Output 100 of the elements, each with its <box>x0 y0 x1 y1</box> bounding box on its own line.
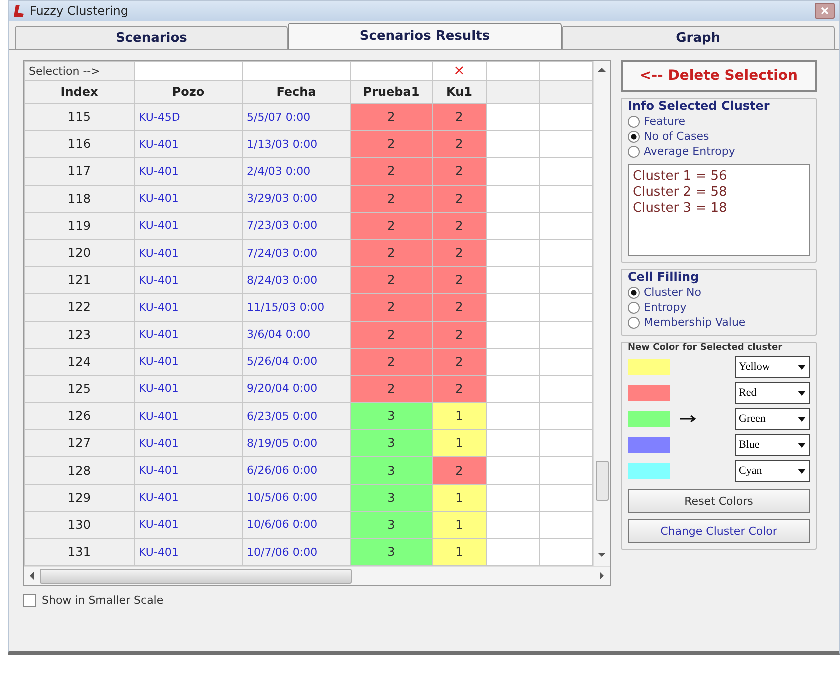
cluster-cell: 1 <box>432 538 486 566</box>
table-cell: KU-401 <box>134 484 242 512</box>
delete-selection-button[interactable]: <-- Delete Selection <box>621 60 817 92</box>
scroll-left-icon[interactable] <box>28 572 36 580</box>
result-line: Cluster 1 = 56 <box>633 169 728 184</box>
cluster-cell: 2 <box>350 375 432 403</box>
reset-colors-button[interactable]: Reset Colors <box>628 489 810 513</box>
scroll-down-icon[interactable] <box>598 552 606 558</box>
table-cell: KU-401 <box>134 158 242 186</box>
row-index: 128 <box>24 456 134 484</box>
table-cell: 6/23/05 0:00 <box>242 402 350 430</box>
radio-label[interactable]: Membership Value <box>644 316 746 329</box>
table-cell: 7/24/03 0:00 <box>242 239 350 267</box>
color-dropdown[interactable]: Blue <box>735 434 810 456</box>
cluster-cell: 1 <box>432 402 486 430</box>
cluster-cell: 1 <box>432 430 486 457</box>
table-cell: 2/4/03 0:00 <box>242 158 350 186</box>
row-index: 117 <box>24 158 134 186</box>
cluster-cell: 2 <box>350 348 432 376</box>
tab[interactable]: Scenarios Results <box>288 23 562 49</box>
column-header[interactable]: Pozo <box>134 80 242 104</box>
scroll-thumb[interactable] <box>596 461 609 501</box>
cluster-cell: 3 <box>350 456 432 484</box>
cluster-cell: 2 <box>350 266 432 294</box>
window-title: Fuzzy Clustering <box>30 4 129 18</box>
cluster-cell: 2 <box>432 158 486 186</box>
column-header[interactable]: Ku1 <box>432 80 486 104</box>
radio-button[interactable] <box>628 116 640 128</box>
change-color-button[interactable]: Change Cluster Color <box>628 519 810 543</box>
table-cell: KU-401 <box>134 239 242 267</box>
cluster-cell: 2 <box>432 456 486 484</box>
row-index: 127 <box>24 430 134 457</box>
radio-button[interactable] <box>628 130 640 142</box>
cluster-cell: 3 <box>350 402 432 430</box>
table-cell: 9/20/04 0:00 <box>242 375 350 403</box>
radio-label[interactable]: No of Cases <box>644 130 710 143</box>
scroll-right-icon[interactable] <box>598 572 606 580</box>
tab[interactable]: Scenarios <box>15 26 288 49</box>
color-dropdown[interactable]: Red <box>735 382 810 404</box>
table-cell: KU-401 <box>134 348 242 376</box>
cluster-cell: 3 <box>350 538 432 566</box>
row-index: 130 <box>24 511 134 538</box>
radio-label[interactable]: Entropy <box>644 301 687 314</box>
horizontal-scrollbar[interactable] <box>24 566 610 586</box>
cluster-cell: 3 <box>350 484 432 512</box>
dropdown-arrow-icon[interactable] <box>798 390 806 396</box>
dropdown-arrow-icon[interactable] <box>798 442 806 448</box>
radio-button[interactable] <box>628 302 640 314</box>
row-index: 116 <box>24 130 134 158</box>
scroll-thumb[interactable] <box>40 568 352 584</box>
close-button[interactable] <box>815 3 835 19</box>
column-header[interactable]: Fecha <box>242 80 350 104</box>
dropdown-arrow-icon[interactable] <box>798 364 806 370</box>
cluster-cell: 2 <box>432 375 486 403</box>
color-dropdown[interactable]: Cyan <box>735 460 810 482</box>
table-cell: KU-401 <box>134 185 242 212</box>
cluster-cell: 1 <box>432 484 486 512</box>
cluster-cell: 2 <box>432 348 486 376</box>
table-cell: 1/13/03 0:00 <box>242 130 350 158</box>
cluster-cell: 2 <box>432 266 486 294</box>
table-cell: 5/5/07 0:00 <box>242 104 350 131</box>
radio-button[interactable] <box>628 286 640 298</box>
column-header[interactable]: Prueba1 <box>350 80 432 104</box>
cluster-cell: 1 <box>432 511 486 538</box>
table-cell: KU-401 <box>134 375 242 403</box>
cluster-cell: 2 <box>432 130 486 158</box>
table-cell: 6/26/06 0:00 <box>242 456 350 484</box>
table-cell: 10/7/06 0:00 <box>242 538 350 566</box>
row-index: 131 <box>24 538 134 566</box>
radio-label[interactable]: Cluster No <box>644 286 702 299</box>
row-index: 119 <box>24 212 134 240</box>
table-cell: KU-401 <box>134 430 242 457</box>
scroll-up-icon[interactable] <box>598 67 606 73</box>
cluster-cell: 2 <box>432 104 486 131</box>
cluster-cell: 2 <box>350 294 432 321</box>
color-dropdown[interactable]: Yellow <box>735 356 810 378</box>
cluster-cell: 2 <box>350 158 432 186</box>
table-cell: KU-45D <box>134 104 242 131</box>
color-dropdown[interactable]: Green <box>735 408 810 430</box>
radio-label[interactable]: Average Entropy <box>644 145 736 158</box>
row-index: 129 <box>24 484 134 512</box>
radio-label[interactable]: Feature <box>644 115 686 128</box>
dropdown-arrow-icon[interactable] <box>798 468 806 474</box>
row-index: 115 <box>24 104 134 131</box>
dropdown-arrow-icon[interactable] <box>798 416 806 422</box>
table-cell: 10/5/06 0:00 <box>242 484 350 512</box>
tab[interactable]: Graph <box>562 26 835 49</box>
row-index: 122 <box>24 294 134 321</box>
cluster-cell: 2 <box>432 185 486 212</box>
cluster-cell: 2 <box>350 130 432 158</box>
radio-button[interactable] <box>628 146 640 158</box>
table-cell: 10/6/06 0:00 <box>242 511 350 538</box>
checkbox[interactable] <box>23 594 36 608</box>
vertical-scrollbar[interactable] <box>593 61 610 566</box>
table-cell: KU-401 <box>134 538 242 566</box>
column-header[interactable]: Index <box>24 80 134 104</box>
checkbox-label: Show in Smaller Scale <box>42 594 164 608</box>
table-cell: 3/29/03 0:00 <box>242 185 350 212</box>
app-icon <box>13 4 25 18</box>
radio-button[interactable] <box>628 316 640 328</box>
